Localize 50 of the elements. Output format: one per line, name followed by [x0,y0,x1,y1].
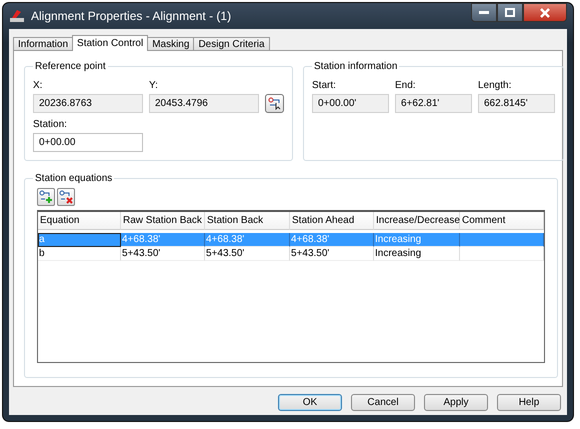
table-cell: 5+43.50' [290,247,374,261]
dialog-button[interactable]: OK [278,394,342,411]
close-button[interactable] [523,3,567,22]
column-header[interactable]: Raw Station Back [121,212,205,230]
table-cell: 4+68.38' [121,233,205,247]
column-header[interactable]: Increase/Decrease [374,212,460,230]
tab[interactable]: Design Criteria [193,37,270,51]
column-header[interactable]: Station Ahead [290,212,374,230]
group-title: Reference point [34,61,107,72]
column-header[interactable]: Station Back [205,212,290,230]
table-cell: a [38,233,121,247]
text-field[interactable]: 0+00.00' [312,94,389,113]
column-header[interactable]: Comment [460,212,544,230]
tab[interactable]: Masking [147,37,194,51]
dialog-button[interactable]: Apply [424,394,488,411]
tab[interactable]: Station Control [72,35,148,51]
add-row-button[interactable] [37,188,55,206]
maximize-icon [505,8,515,17]
field-label: Y: [149,80,159,91]
dialog-button[interactable]: Cancel [351,394,415,411]
table-cell: Increasing [374,233,460,247]
minimize-button[interactable] [471,3,497,22]
maximize-button[interactable] [497,3,523,22]
app-icon [9,8,25,24]
table-cell: 4+68.38' [290,233,374,247]
delete-row-button[interactable] [57,188,75,206]
close-icon [540,8,550,18]
text-field[interactable]: 662.8145' [478,94,555,113]
tab[interactable]: Information [13,37,74,51]
field-label: Station: [33,119,68,130]
table-cell: 5+43.50' [205,247,290,261]
window-title: Alignment Properties - Alignment - (1) [31,9,232,23]
field-label: End: [395,80,417,91]
field-label: X: [33,80,44,91]
group-title: Station information [313,61,398,72]
text-field[interactable]: 20453.4796 [149,94,259,113]
group-title: Station equations [34,173,114,184]
dialog-button[interactable]: Help [497,394,561,411]
minimize-icon [479,10,489,14]
column-header[interactable]: Equation [38,212,121,230]
table-cell: b [38,247,121,261]
field-label: Length: [478,80,512,91]
text-field[interactable]: 6+62.81' [395,94,472,113]
text-field[interactable]: 0+00.00 [33,133,143,152]
text-field[interactable]: 20236.8763 [33,94,143,113]
table-cell: 5+43.50' [121,247,205,261]
table-cell: 4+68.38' [205,233,290,247]
table-cell: Increasing [374,247,460,261]
pick-point-button[interactable] [265,94,284,113]
field-label: Start: [312,80,337,91]
